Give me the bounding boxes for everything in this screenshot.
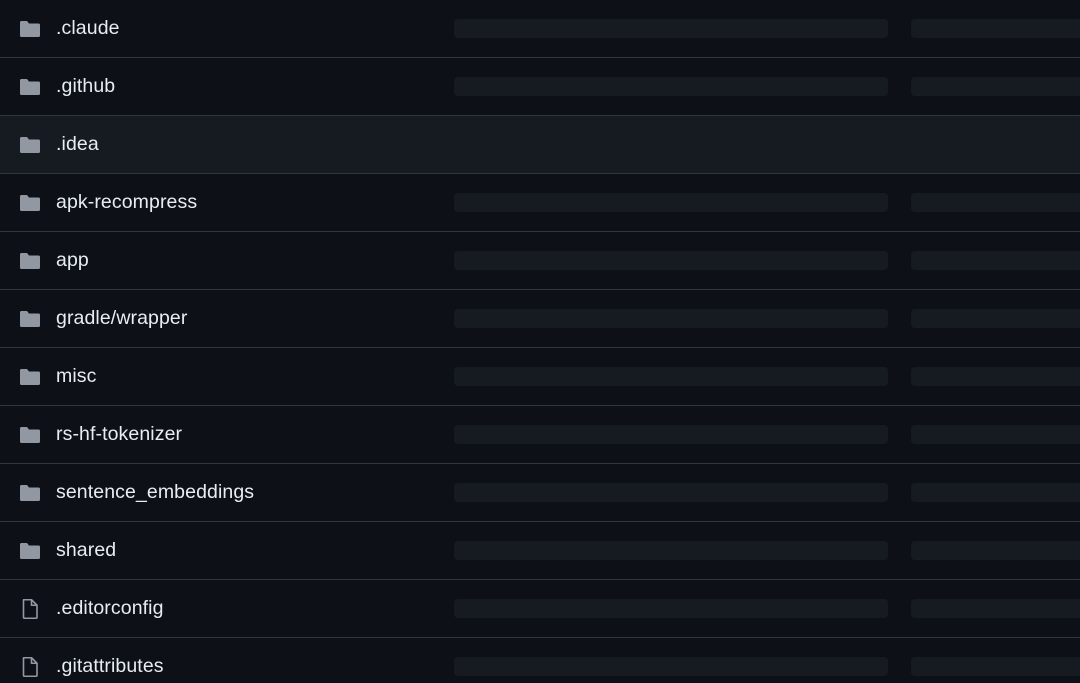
file-row-name[interactable]: .idea: [56, 133, 99, 156]
file-row-apk-recompress[interactable]: apk-recompress: [0, 174, 1080, 232]
file-row-app[interactable]: app: [0, 232, 1080, 290]
file-row-claude[interactable]: .claude: [0, 0, 1080, 58]
folder-icon: [18, 133, 42, 157]
folder-icon: [18, 191, 42, 215]
file-row-name[interactable]: sentence_embeddings: [56, 481, 254, 504]
name-cell: sentence_embeddings: [0, 481, 454, 505]
commit-message-skeleton: [454, 193, 888, 212]
file-row-name[interactable]: .github: [56, 75, 115, 98]
folder-icon: [18, 17, 42, 41]
commit-message-skeleton: [454, 657, 888, 676]
file-row-misc[interactable]: misc: [0, 348, 1080, 406]
folder-icon: [18, 481, 42, 505]
name-cell: misc: [0, 365, 454, 389]
name-cell: gradle/wrapper: [0, 307, 454, 331]
folder-icon: [18, 539, 42, 563]
file-row-gitattributes[interactable]: .gitattributes: [0, 638, 1080, 683]
file-row-name[interactable]: misc: [56, 365, 96, 388]
folder-icon: [18, 307, 42, 331]
name-cell: .editorconfig: [0, 597, 454, 621]
commit-message-skeleton: [454, 483, 888, 502]
name-cell: .claude: [0, 17, 454, 41]
file-row-name[interactable]: .claude: [56, 17, 120, 40]
file-row-shared[interactable]: shared: [0, 522, 1080, 580]
commit-date-skeleton: [911, 77, 1080, 96]
name-cell: .gitattributes: [0, 655, 454, 679]
commit-date-skeleton: [911, 657, 1080, 676]
file-row-name[interactable]: app: [56, 249, 89, 272]
commit-date-skeleton: [911, 309, 1080, 328]
commit-message-skeleton: [454, 599, 888, 618]
commit-date-skeleton: [911, 251, 1080, 270]
file-icon: [18, 597, 42, 621]
commit-date-skeleton: [911, 193, 1080, 212]
commit-message-skeleton: [454, 19, 888, 38]
commit-date-skeleton: [911, 483, 1080, 502]
name-cell: apk-recompress: [0, 191, 454, 215]
file-list: .claude .github .idea apk-recompress app…: [0, 0, 1080, 683]
commit-date-skeleton: [911, 541, 1080, 560]
folder-icon: [18, 423, 42, 447]
commit-date-skeleton: [911, 425, 1080, 444]
file-row-editorconfig[interactable]: .editorconfig: [0, 580, 1080, 638]
name-cell: app: [0, 249, 454, 273]
file-row-name[interactable]: shared: [56, 539, 116, 562]
commit-date-skeleton: [911, 367, 1080, 386]
name-cell: .github: [0, 75, 454, 99]
commit-message-skeleton: [454, 251, 888, 270]
file-row-name[interactable]: .gitattributes: [56, 655, 164, 678]
file-row-rs-hf-tokenizer[interactable]: rs-hf-tokenizer: [0, 406, 1080, 464]
commit-message-skeleton: [454, 541, 888, 560]
file-row-idea[interactable]: .idea: [0, 116, 1080, 174]
commit-message-skeleton: [454, 309, 888, 328]
file-row-github[interactable]: .github: [0, 58, 1080, 116]
name-cell: .idea: [0, 133, 454, 157]
folder-icon: [18, 75, 42, 99]
commit-message-skeleton: [454, 367, 888, 386]
file-row-gradle-wrapper[interactable]: gradle/wrapper: [0, 290, 1080, 348]
file-row-name[interactable]: rs-hf-tokenizer: [56, 423, 182, 446]
commit-message-skeleton: [454, 77, 888, 96]
file-row-name[interactable]: gradle/wrapper: [56, 307, 187, 330]
commit-message-skeleton: [454, 425, 888, 444]
file-row-name[interactable]: apk-recompress: [56, 191, 197, 214]
folder-icon: [18, 249, 42, 273]
name-cell: shared: [0, 539, 454, 563]
commit-date-skeleton: [911, 599, 1080, 618]
file-row-name[interactable]: .editorconfig: [56, 597, 164, 620]
file-icon: [18, 655, 42, 679]
name-cell: rs-hf-tokenizer: [0, 423, 454, 447]
commit-date-skeleton: [911, 19, 1080, 38]
folder-icon: [18, 365, 42, 389]
file-row-sentence-embeddings[interactable]: sentence_embeddings: [0, 464, 1080, 522]
